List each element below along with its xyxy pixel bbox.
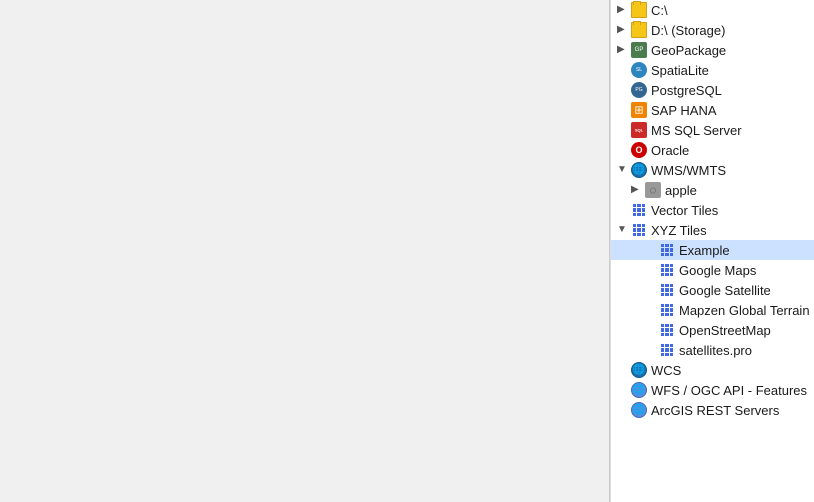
arrow-geopackage[interactable] xyxy=(617,44,629,56)
icon-xyz-tiles xyxy=(631,222,647,238)
tree-item-google-satellite[interactable]: Google Satellite xyxy=(611,280,814,300)
tree-item-vector-tiles[interactable]: Vector Tiles xyxy=(611,200,814,220)
icon-vector-tiles xyxy=(631,202,647,218)
label-oracle: Oracle xyxy=(651,143,689,158)
label-google-maps: Google Maps xyxy=(679,263,756,278)
icon-google-maps xyxy=(659,262,675,278)
tree-item-d-storage[interactable]: D:\ (Storage) xyxy=(611,20,814,40)
tree-item-example[interactable]: Example xyxy=(611,240,814,260)
label-wcs: WCS xyxy=(651,363,681,378)
left-panel xyxy=(0,0,610,502)
icon-d-storage xyxy=(631,22,647,38)
label-example: Example xyxy=(679,243,730,258)
label-satellites-pro: satellites.pro xyxy=(679,343,752,358)
label-vector-tiles: Vector Tiles xyxy=(651,203,718,218)
tree-item-satellites-pro[interactable]: satellites.pro xyxy=(611,340,814,360)
label-wms-wmts: WMS/WMTS xyxy=(651,163,726,178)
icon-satellites-pro xyxy=(659,342,675,358)
arrow-c-drive[interactable] xyxy=(617,4,629,16)
icon-wfs-ogc xyxy=(631,382,647,398)
tree-item-wcs[interactable]: WCS xyxy=(611,360,814,380)
tree-item-postgresql[interactable]: PostgreSQL xyxy=(611,80,814,100)
tree-item-xyz-tiles[interactable]: XYZ Tiles xyxy=(611,220,814,240)
label-arcgis-rest: ArcGIS REST Servers xyxy=(651,403,779,418)
tree-item-saphana[interactable]: SAP HANA xyxy=(611,100,814,120)
tree-item-google-maps[interactable]: Google Maps xyxy=(611,260,814,280)
tree-item-spatialite[interactable]: SpatiaLite xyxy=(611,60,814,80)
label-mapzen-terrain: Mapzen Global Terrain xyxy=(679,303,810,318)
icon-mssql xyxy=(631,122,647,138)
tree-item-mapzen-terrain[interactable]: Mapzen Global Terrain xyxy=(611,300,814,320)
label-postgresql: PostgreSQL xyxy=(651,83,722,98)
tree-item-c-drive[interactable]: C:\ xyxy=(611,0,814,20)
arrow-apple[interactable] xyxy=(631,184,643,196)
tree-item-wfs-ogc[interactable]: WFS / OGC API - Features xyxy=(611,380,814,400)
tree-item-arcgis-rest[interactable]: ArcGIS REST Servers xyxy=(611,400,814,420)
label-xyz-tiles: XYZ Tiles xyxy=(651,223,707,238)
label-mssql: MS SQL Server xyxy=(651,123,742,138)
tree-item-apple[interactable]: apple xyxy=(611,180,814,200)
icon-geopackage xyxy=(631,42,647,58)
tree-item-openstreetmap[interactable]: OpenStreetMap xyxy=(611,320,814,340)
data-source-tree[interactable]: C:\ D:\ (Storage) GeoPackage SpatiaLite Post… xyxy=(610,0,814,502)
icon-openstreetmap xyxy=(659,322,675,338)
arrow-d-storage[interactable] xyxy=(617,24,629,36)
tree-item-mssql[interactable]: MS SQL Server xyxy=(611,120,814,140)
arrow-xyz-tiles[interactable] xyxy=(617,224,629,236)
icon-example xyxy=(659,242,675,258)
icon-saphana xyxy=(631,102,647,118)
icon-c-drive xyxy=(631,2,647,18)
label-saphana: SAP HANA xyxy=(651,103,717,118)
icon-google-satellite xyxy=(659,282,675,298)
icon-spatialite xyxy=(631,62,647,78)
icon-postgresql xyxy=(631,82,647,98)
icon-arcgis-rest xyxy=(631,402,647,418)
icon-oracle xyxy=(631,142,647,158)
label-openstreetmap: OpenStreetMap xyxy=(679,323,771,338)
tree-item-oracle[interactable]: Oracle xyxy=(611,140,814,160)
label-spatialite: SpatiaLite xyxy=(651,63,709,78)
label-apple: apple xyxy=(665,183,697,198)
label-google-satellite: Google Satellite xyxy=(679,283,771,298)
icon-mapzen-terrain xyxy=(659,302,675,318)
icon-wcs xyxy=(631,362,647,378)
label-c-drive: C:\ xyxy=(651,3,668,18)
label-geopackage: GeoPackage xyxy=(651,43,726,58)
tree-item-wms-wmts[interactable]: WMS/WMTS xyxy=(611,160,814,180)
icon-apple xyxy=(645,182,661,198)
arrow-wms-wmts[interactable] xyxy=(617,164,629,176)
icon-wms-wmts xyxy=(631,162,647,178)
label-wfs-ogc: WFS / OGC API - Features xyxy=(651,383,807,398)
label-d-storage: D:\ (Storage) xyxy=(651,23,725,38)
tree-item-geopackage[interactable]: GeoPackage xyxy=(611,40,814,60)
